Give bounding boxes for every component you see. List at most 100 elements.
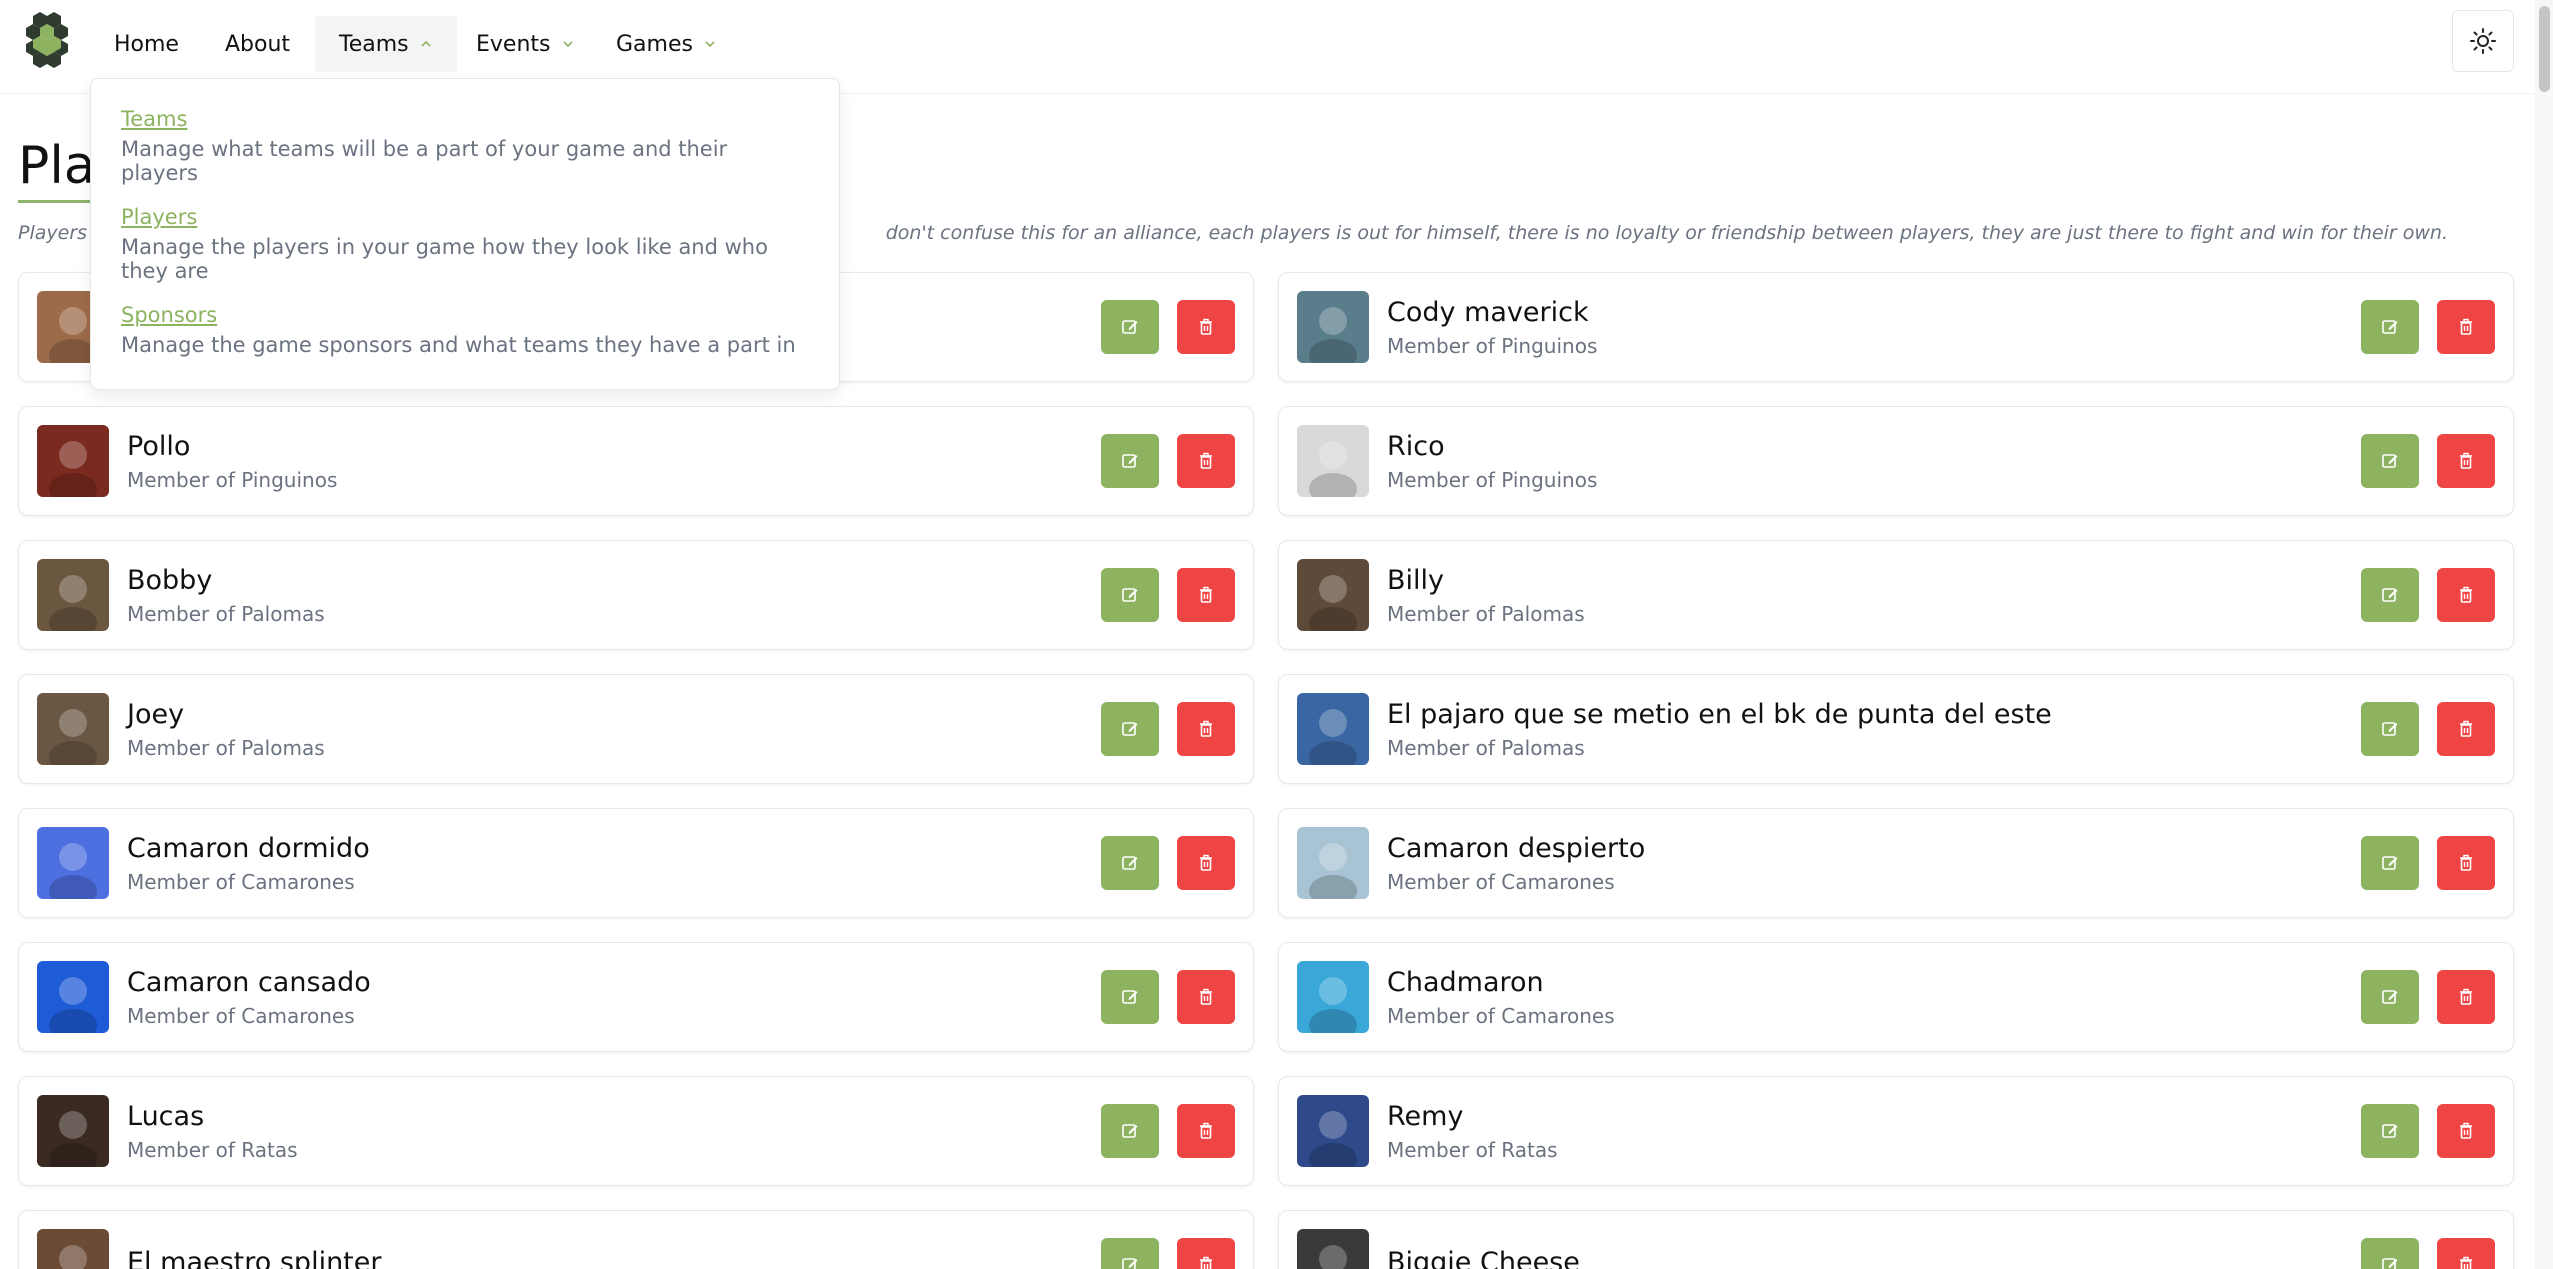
player-card: Camaron cansado Member of Camarones — [18, 942, 1254, 1052]
delete-button[interactable] — [1177, 1238, 1235, 1269]
player-avatar — [1297, 1229, 1369, 1269]
player-name: Cody maverick — [1387, 296, 1589, 328]
edit-button[interactable] — [2361, 836, 2419, 890]
nav-home-label: Home — [114, 31, 179, 57]
trash-icon — [1200, 854, 1212, 871]
edit-button[interactable] — [1101, 300, 1159, 354]
player-name: Camaron cansado — [127, 966, 371, 998]
dropdown-item-title[interactable]: Sponsors — [121, 303, 809, 327]
player-avatar — [1297, 693, 1369, 765]
dropdown-item-title[interactable]: Teams — [121, 107, 809, 131]
player-avatar — [37, 827, 109, 899]
edit-button[interactable] — [2361, 970, 2419, 1024]
edit-icon — [1122, 722, 1138, 736]
delete-button[interactable] — [2437, 702, 2495, 756]
trash-icon — [2460, 988, 2472, 1005]
edit-button[interactable] — [1101, 568, 1159, 622]
dropdown-item-sponsors[interactable]: Sponsors Manage the game sponsors and wh… — [121, 303, 809, 401]
delete-button[interactable] — [1177, 568, 1235, 622]
player-avatar — [1297, 425, 1369, 497]
player-avatar — [37, 693, 109, 765]
delete-button[interactable] — [1177, 970, 1235, 1024]
edit-button[interactable] — [1101, 836, 1159, 890]
player-name: Rico — [1387, 430, 1445, 462]
trash-icon — [2460, 586, 2472, 603]
player-card: Camaron despierto Member of Camarones — [1278, 808, 2514, 918]
player-team: Member of Palomas — [127, 735, 325, 760]
edit-button[interactable] — [1101, 970, 1159, 1024]
player-team: Member of Palomas — [127, 601, 325, 626]
scrollbar-thumb[interactable] — [2539, 6, 2550, 92]
chevron-up-icon — [421, 40, 431, 47]
player-name: Billy — [1387, 564, 1445, 596]
delete-button[interactable] — [1177, 836, 1235, 890]
trash-icon — [1200, 1122, 1212, 1139]
trash-icon — [1200, 452, 1212, 469]
trash-icon — [2460, 1256, 2472, 1269]
player-card: Bobby Member of Palomas — [18, 540, 1254, 650]
delete-button[interactable] — [2437, 1238, 2495, 1269]
player-card: Pollo Member of Pinguinos — [18, 406, 1254, 516]
page-scrollbar[interactable] — [2535, 0, 2553, 1269]
trash-icon — [1200, 1256, 1212, 1269]
edit-button[interactable] — [2361, 1238, 2419, 1269]
edit-button[interactable] — [1101, 434, 1159, 488]
player-card: Remy Member of Ratas — [1278, 1076, 2514, 1186]
nav-about[interactable]: About — [201, 16, 314, 72]
dropdown-item-title[interactable]: Players — [121, 205, 809, 229]
edit-button[interactable] — [1101, 1238, 1159, 1269]
dropdown-item-players[interactable]: Players Manage the players in your game … — [121, 205, 809, 303]
theme-toggle-button[interactable] — [2452, 10, 2514, 72]
player-name: Bobby — [127, 564, 213, 596]
delete-button[interactable] — [2437, 300, 2495, 354]
nav-home[interactable]: Home — [90, 16, 203, 72]
player-avatar — [1297, 291, 1369, 363]
edit-button[interactable] — [2361, 568, 2419, 622]
trash-icon — [2460, 1122, 2472, 1139]
edit-icon — [2382, 588, 2398, 602]
delete-button[interactable] — [1177, 300, 1235, 354]
delete-button[interactable] — [1177, 702, 1235, 756]
edit-icon — [2382, 320, 2398, 334]
edit-icon — [2382, 1258, 2398, 1269]
player-name: Camaron dormido — [127, 832, 370, 864]
delete-button[interactable] — [2437, 1104, 2495, 1158]
player-team: Member of Camarones — [1387, 1003, 1615, 1028]
nav-games[interactable]: Games — [592, 16, 741, 72]
trash-icon — [2460, 854, 2472, 871]
player-team: Member of Pinguinos — [1387, 467, 1598, 492]
edit-button[interactable] — [1101, 1104, 1159, 1158]
player-name: Lucas — [127, 1100, 205, 1132]
player-name: El pajaro que se metio en el bk de punta… — [1387, 698, 2052, 730]
player-name: Remy — [1387, 1100, 1464, 1132]
dropdown-item-description: Manage the game sponsors and what teams … — [121, 333, 796, 357]
nav-events[interactable]: Events — [452, 16, 599, 72]
edit-button[interactable] — [2361, 702, 2419, 756]
delete-button[interactable] — [1177, 434, 1235, 488]
players-grid: Cody maverick Member of Pinguinos Pollo … — [18, 272, 2514, 1269]
edit-button[interactable] — [2361, 1104, 2419, 1158]
edit-button[interactable] — [2361, 434, 2419, 488]
chevron-down-icon — [705, 41, 715, 48]
delete-button[interactable] — [2437, 568, 2495, 622]
edit-button[interactable] — [1101, 702, 1159, 756]
player-team: Member of Pinguinos — [1387, 333, 1598, 358]
hexagon-logo-icon[interactable] — [18, 10, 76, 70]
player-card: El maestro splinter — [18, 1210, 1254, 1269]
edit-button[interactable] — [2361, 300, 2419, 354]
nav-teams[interactable]: Teams — [315, 16, 457, 72]
delete-button[interactable] — [2437, 836, 2495, 890]
player-card: Billy Member of Palomas — [1278, 540, 2514, 650]
delete-button[interactable] — [2437, 434, 2495, 488]
teams-dropdown-menu: Teams Manage what teams will be a part o… — [90, 78, 840, 390]
dropdown-item-teams[interactable]: Teams Manage what teams will be a part o… — [121, 107, 809, 205]
edit-icon — [1122, 320, 1138, 334]
player-name: Joey — [127, 698, 185, 730]
trash-icon — [1200, 318, 1212, 335]
player-card: Biggie Cheese — [1278, 1210, 2514, 1269]
player-card: El pajaro que se metio en el bk de punta… — [1278, 674, 2514, 784]
delete-button[interactable] — [1177, 1104, 1235, 1158]
delete-button[interactable] — [2437, 970, 2495, 1024]
dropdown-item-description: Manage the players in your game how they… — [121, 235, 768, 283]
trash-icon — [1200, 586, 1212, 603]
